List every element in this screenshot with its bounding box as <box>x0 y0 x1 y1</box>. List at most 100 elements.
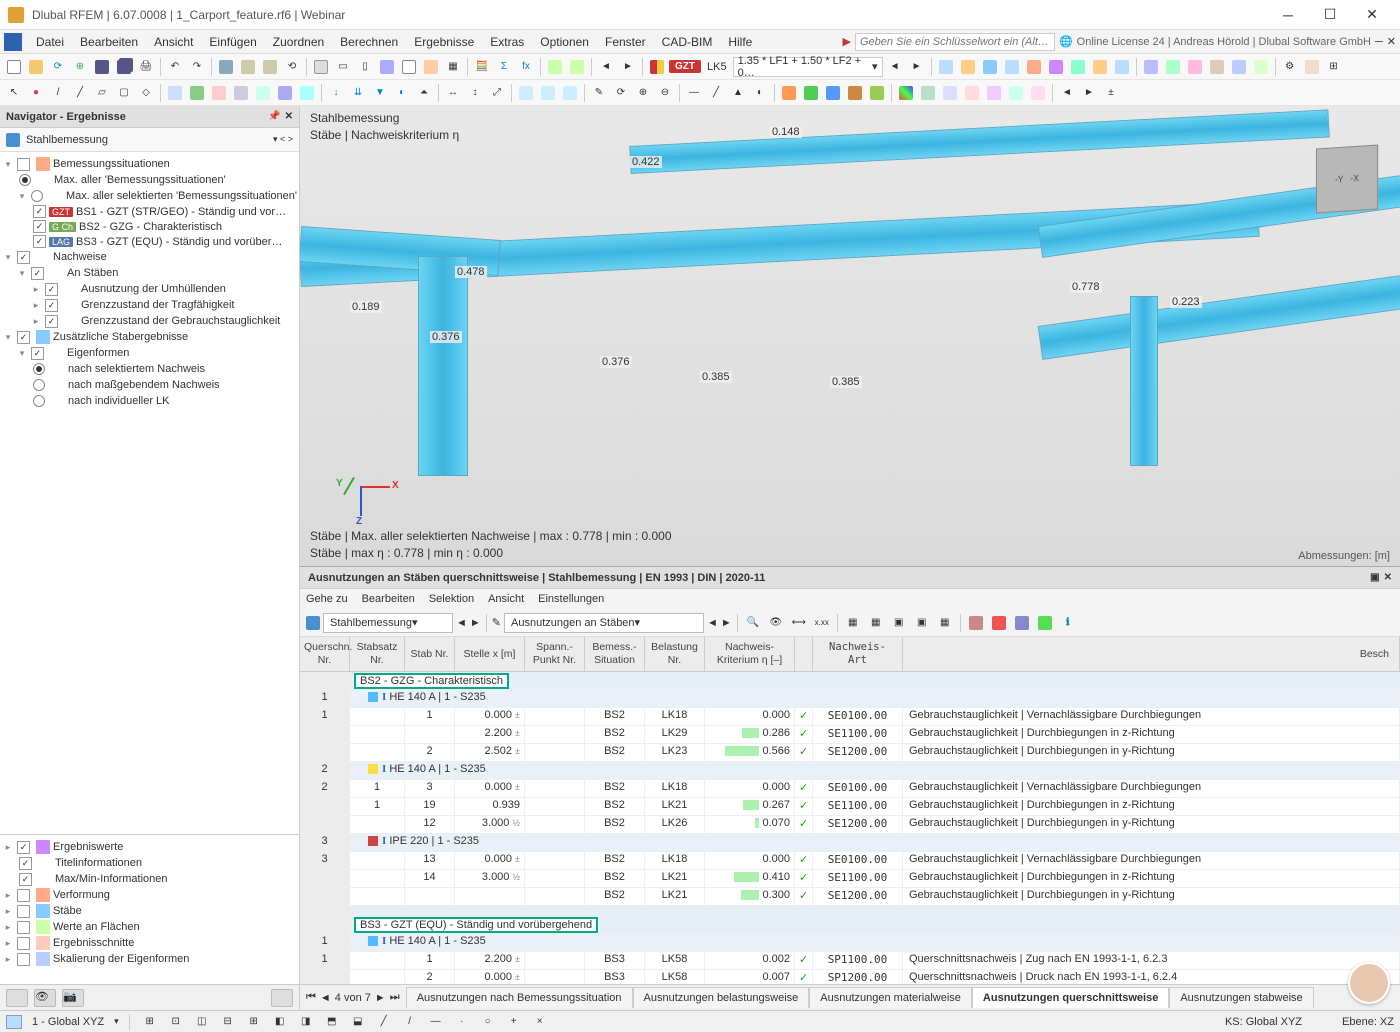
rmenu-einstellungen[interactable]: Einstellungen <box>538 593 604 605</box>
menu-cadbim[interactable]: CAD-BIM <box>654 32 721 52</box>
table-row[interactable]: 12 3.000 ½ BS2 LK26 0.070 ✓ SE1200.00 Ge… <box>300 816 1400 834</box>
cube-icon[interactable] <box>216 57 236 77</box>
menu-zuordnen[interactable]: Zuordnen <box>265 32 332 52</box>
rmenu-bearbeiten[interactable]: Bearbeiten <box>362 593 415 605</box>
support-icon[interactable]: ⏶ <box>414 83 434 103</box>
res-b-icon[interactable] <box>801 83 821 103</box>
search-input[interactable] <box>855 33 1055 51</box>
tool-e-icon[interactable] <box>1024 57 1044 77</box>
print-icon[interactable]: 🖨 <box>136 57 156 77</box>
draw-a-icon[interactable]: — <box>684 83 704 103</box>
rtb-ex2-icon[interactable] <box>989 613 1009 633</box>
3d-viewport[interactable]: StahlbemessungStäbe | Nachweiskriterium … <box>300 106 1400 566</box>
rtb-img2-icon[interactable]: ▦ <box>866 613 886 633</box>
sb-5-icon[interactable]: ⊞ <box>244 1012 264 1032</box>
tree-nw[interactable]: Nachweise <box>53 251 107 263</box>
tree-bs2[interactable]: BS2 - GZG - Charakteristisch <box>79 221 222 233</box>
nav-tab-3[interactable]: 📷 <box>62 989 84 1007</box>
sb-4-icon[interactable]: ⊟ <box>218 1012 238 1032</box>
results-drop-design[interactable]: Stahlbemessung ▾ <box>323 613 453 633</box>
load-l-icon[interactable]: ⇊ <box>348 83 368 103</box>
copy-icon[interactable] <box>238 57 258 77</box>
rtb-filter-icon[interactable]: ✎ <box>492 616 501 629</box>
plane-xz-icon[interactable] <box>538 83 558 103</box>
tool-b-icon[interactable] <box>958 57 978 77</box>
tab-material[interactable]: Ausnutzungen materialweise <box>809 987 972 1008</box>
rmenu-ansicht[interactable]: Ansicht <box>488 593 524 605</box>
table-icon[interactable] <box>399 57 419 77</box>
open-icon[interactable] <box>26 57 46 77</box>
rtb-prev2-icon[interactable]: ◄ <box>707 617 718 629</box>
tree-grenz-g[interactable]: Grenzzustand der Gebrauchstauglichkeit <box>81 315 280 327</box>
fx-icon[interactable]: fx <box>516 57 536 77</box>
results-close-icon[interactable]: ✕ <box>1384 572 1392 583</box>
res-d-icon[interactable] <box>845 83 865 103</box>
menu-optionen[interactable]: Optionen <box>532 32 597 52</box>
sb-7-icon[interactable]: ◨ <box>296 1012 316 1032</box>
cascade-icon[interactable] <box>377 57 397 77</box>
tool-a-icon[interactable] <box>936 57 956 77</box>
res-e-icon[interactable] <box>867 83 887 103</box>
rtb-img4-icon[interactable]: ▣ <box>912 613 932 633</box>
tool-h-icon[interactable] <box>1090 57 1110 77</box>
sb-15-icon[interactable]: + <box>504 1012 524 1032</box>
table-row[interactable]: 1 1 0.000 ± BS2 LK18 0.000 ✓ SE0100.00 G… <box>300 708 1400 726</box>
table-row[interactable]: 2 2.502 ± BS2 LK23 0.566 ✓ SE1200.00 Geb… <box>300 744 1400 762</box>
tree-aus-um[interactable]: Ausnutzung der Umhüllenden <box>81 283 226 295</box>
render-f-icon[interactable] <box>1006 83 1026 103</box>
view-f-icon[interactable] <box>1251 57 1271 77</box>
render-c-icon[interactable] <box>940 83 960 103</box>
rtb-next-icon[interactable]: ► <box>470 617 481 629</box>
tree-ti[interactable]: Titelinformationen <box>55 857 142 869</box>
table-row[interactable]: BS2 LK21 0.300 ✓ SE1200.00 Gebrauchstaug… <box>300 888 1400 906</box>
sb-13-icon[interactable]: ∙ <box>452 1012 472 1032</box>
dim-c-icon[interactable]: ⤢ <box>487 83 507 103</box>
table-row[interactable]: 1 1 2.200 ± BS3 LK58 0.002 ✓ SP1100.00 Q… <box>300 952 1400 970</box>
res-c-icon[interactable] <box>823 83 843 103</box>
maximize-button[interactable]: ☐ <box>1310 1 1350 29</box>
rmenu-gehezu[interactable]: Gehe zu <box>306 593 348 605</box>
redo-icon[interactable]: ↷ <box>187 57 207 77</box>
tool-c-icon[interactable] <box>980 57 1000 77</box>
tree-ew[interactable]: Ergebniswerte <box>53 841 123 853</box>
tree-bem-max[interactable]: Max. aller 'Bemessungssituationen' <box>54 174 226 186</box>
rtb-info-icon[interactable]: ℹ <box>1058 613 1078 633</box>
nav-pin-icon[interactable]: 📌 <box>268 111 280 122</box>
render-a-icon[interactable] <box>896 83 916 103</box>
nav-prev-icon[interactable]: ◄ <box>596 57 616 77</box>
sb-11-icon[interactable]: / <box>400 1012 420 1032</box>
arrow-icon[interactable]: ↖ <box>4 83 24 103</box>
view-b-icon[interactable] <box>1163 57 1183 77</box>
sb-8-icon[interactable]: ⬒ <box>322 1012 342 1032</box>
section-row-1[interactable]: 1 I HE 140 A | 1 - S235 <box>300 690 1400 708</box>
draw-d-icon[interactable]: ◐ <box>750 83 770 103</box>
member-draw-icon[interactable]: ╱ <box>70 83 90 103</box>
rtb-zoom-icon[interactable]: 🔍 <box>743 613 763 633</box>
tab-bemessung[interactable]: Ausnutzungen nach Bemessungssituation <box>406 987 633 1008</box>
tree-eig3[interactable]: nach individueller LK <box>68 395 170 407</box>
view-c-icon[interactable] <box>1185 57 1205 77</box>
tree-eig1[interactable]: nach selektiertem Nachweis <box>68 363 205 375</box>
section-row-4[interactable]: 1 I HE 140 A | 1 - S235 <box>300 934 1400 952</box>
edit-a-icon[interactable]: ✎ <box>589 83 609 103</box>
tree-grenz-t[interactable]: Grenzzustand der Tragfähigkeit <box>81 299 234 311</box>
dim-b-icon[interactable]: ↕ <box>465 83 485 103</box>
tree-st[interactable]: Stäbe <box>53 905 82 917</box>
tab-querschnitt[interactable]: Ausnutzungen querschnittsweise <box>972 987 1169 1008</box>
loadcase-combo[interactable]: 1.35 * LF1 + 1.50 * LF2 + 0… ▾ <box>733 57 883 77</box>
sel-d-icon[interactable] <box>231 83 251 103</box>
load-n-icon[interactable]: ↓ <box>326 83 346 103</box>
nav-tab-2[interactable]: 👁 <box>34 989 56 1007</box>
navigator-subheader[interactable]: Stahlbemessung ▾ < > <box>0 128 299 152</box>
tree-wf[interactable]: Werte an Flächen <box>53 921 140 933</box>
group-header-bs3[interactable]: BS3 - GZT (EQU) - Ständig und vorübergeh… <box>300 916 1400 934</box>
tab-belastung[interactable]: Ausnutzungen belastungsweise <box>633 987 810 1008</box>
sel-e-icon[interactable] <box>253 83 273 103</box>
sb-9-icon[interactable]: ⬓ <box>348 1012 368 1032</box>
chart-icon[interactable] <box>421 57 441 77</box>
group-header-bs2[interactable]: BS2 - GZG - Charakteristisch <box>300 672 1400 690</box>
nav-tab-1[interactable] <box>6 989 28 1007</box>
table-row[interactable]: 2 1 3 0.000 ± BS2 LK18 0.000 ✓ SE0100.00… <box>300 780 1400 798</box>
tool-d-icon[interactable] <box>1002 57 1022 77</box>
rtb-img1-icon[interactable]: ▦ <box>843 613 863 633</box>
